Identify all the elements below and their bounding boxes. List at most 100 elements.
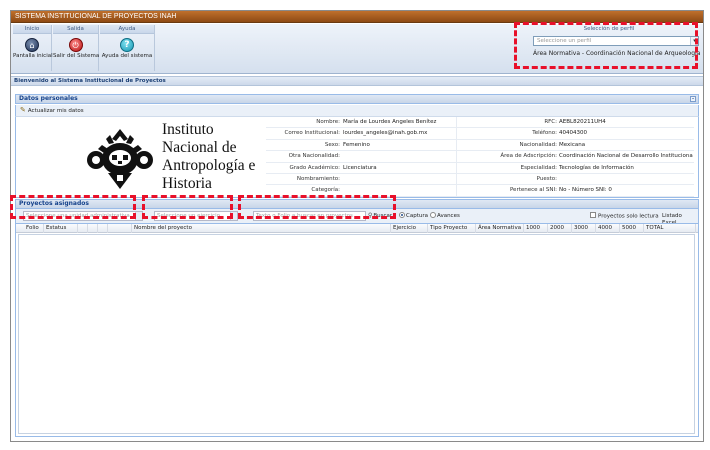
field-label: Pertenece al SNI:: [456, 185, 557, 197]
help-button-label: Ayuda del sistema: [101, 53, 153, 59]
personal-data-header[interactable]: Datos personales ⌃: [15, 94, 699, 104]
ribbon-group-inicio: Inicio Pantalla inicial: [13, 25, 53, 71]
unit-select[interactable]: Seleccione una unidad administrativa: [23, 211, 143, 221]
personal-data-grid: Nombre: María de Lourdes Angeles Benítez…: [266, 117, 694, 198]
search-placeholder: Texto o Folio a buscar en proyectos: [256, 213, 353, 219]
ribbon-group-title: Ayuda: [100, 25, 154, 34]
field-value: María de Lourdes Angeles Benítez: [343, 119, 437, 125]
data-row: Grado Académico: Licenciatura Especialid…: [266, 162, 694, 174]
projects-title: Proyectos asignados: [19, 200, 89, 207]
current-profile: Área Normativa - Coordinación Nacional d…: [533, 50, 701, 57]
field-label: Teléfono:: [456, 128, 557, 140]
chevron-down-icon[interactable]: [230, 212, 237, 220]
table-header: Folio Estatus Nombre del proyecto Ejerci…: [16, 224, 698, 233]
radio-selected-icon[interactable]: [399, 211, 405, 218]
collapse-icon[interactable]: ⌃: [690, 96, 696, 102]
column-header[interactable]: 4000: [596, 224, 620, 233]
radio-empty-icon[interactable]: [430, 211, 436, 218]
update-data-button[interactable]: ✎ Actualizar mis datos: [15, 105, 699, 117]
inah-emblem-icon: [87, 129, 153, 189]
column-header[interactable]: Ejercicio: [391, 224, 428, 233]
ribbon-group-salida: Salida Salir del Sistema: [53, 25, 99, 71]
home-button[interactable]: Pantalla inicial: [13, 35, 53, 71]
profile-selector-panel: Selección de perfil Seleccione un perfil…: [516, 25, 702, 71]
logo-line: Instituto: [162, 121, 214, 138]
column-header[interactable]: [108, 224, 132, 233]
logo-line: Nacional de: [162, 139, 237, 156]
search-button-label: Buscar: [373, 213, 393, 219]
window-title: SISTEMA INSTITUCIONAL DE PROYECTOS INAH: [11, 11, 703, 23]
readonly-label: Proyectos solo lectura: [598, 213, 659, 220]
data-row: Sexo: Femenino Nacionalidad: Mexicana: [266, 139, 694, 152]
column-header[interactable]: Área Normativa: [476, 224, 524, 233]
field-label: Sexo:: [324, 141, 340, 148]
chevron-down-icon[interactable]: ▾: [690, 37, 698, 45]
field-label: RFC:: [456, 117, 557, 128]
field-label: Nombre:: [316, 119, 340, 125]
ribbon-group-ayuda: Ayuda ? Ayuda del sistema: [100, 25, 155, 71]
ribbon-toolbar: Inicio Pantalla inicial Salida Salir del…: [11, 24, 703, 74]
year-select-placeholder: Seleccione un ejercicio: [157, 213, 220, 219]
profile-select[interactable]: Seleccione un perfil ▾: [533, 36, 699, 46]
help-button[interactable]: ? Ayuda del sistema: [100, 35, 154, 71]
checkbox-icon[interactable]: [590, 212, 596, 218]
column-header[interactable]: Nombre del proyecto: [132, 224, 391, 233]
data-row: Correo Institucional: lourdes_angeles@in…: [266, 128, 694, 140]
column-header[interactable]: [88, 224, 98, 233]
field-value: 40404300: [559, 130, 587, 137]
column-header[interactable]: TOTAL: [644, 224, 696, 233]
inah-logo-text: Instituto Nacional de Antropología e His…: [162, 121, 255, 193]
field-value: Tecnologías de Información: [559, 164, 634, 171]
projects-table: Folio Estatus Nombre del proyecto Ejerci…: [15, 223, 699, 437]
column-header[interactable]: [78, 224, 88, 233]
column-header[interactable]: 5000: [620, 224, 644, 233]
data-row: Otra Nacionalidad: Área de Adscripción: …: [266, 151, 694, 163]
field-label: Nacionalidad:: [456, 139, 557, 151]
field-label: Puesto:: [456, 174, 557, 185]
data-row: Categoría: Pertenece al SNI: No - Número…: [266, 185, 694, 197]
year-select[interactable]: Seleccione un ejercicio: [154, 211, 238, 221]
data-row: Nombre: María de Lourdes Angeles Benítez…: [266, 117, 694, 129]
field-label: Área de Adscripción:: [456, 151, 557, 163]
field-value: No - Número SNI: 0: [559, 187, 612, 194]
pencil-icon: ✎: [20, 106, 26, 114]
home-icon: [25, 38, 39, 52]
column-header[interactable]: Estatus: [44, 224, 78, 233]
app-window: SISTEMA INSTITUCIONAL DE PROYECTOS INAH …: [10, 10, 704, 442]
logout-button-label: Salir del Sistema: [53, 53, 100, 59]
logo-line: Antropología e: [162, 157, 256, 174]
field-value: Coordinación Nacional de Desarrollo Inst…: [559, 153, 693, 160]
table-body[interactable]: [18, 234, 695, 434]
field-label: Correo Institucional:: [284, 130, 340, 137]
personal-data-title: Datos personales: [19, 95, 78, 102]
ribbon-group-title: Inicio: [13, 25, 51, 34]
column-header[interactable]: 1000: [524, 224, 548, 233]
logo-line: Historia: [162, 175, 212, 192]
field-value: lourdes_angeles@inah.gob.mx: [343, 130, 428, 137]
search-button[interactable]: ⚲Buscar: [368, 211, 392, 221]
projects-header[interactable]: Proyectos asignados: [15, 199, 699, 209]
chevron-down-icon[interactable]: [135, 212, 142, 220]
column-header[interactable]: 3000: [572, 224, 596, 233]
radio-avances-label: Avances: [437, 213, 460, 219]
radio-captura-label: Captura: [406, 213, 428, 219]
search-input[interactable]: Texto o Folio a buscar en proyectos: [253, 211, 366, 221]
radio-captura[interactable]: Captura: [399, 211, 428, 220]
home-button-label: Pantalla inicial: [13, 53, 53, 59]
data-row: Nombramiento: Puesto:: [266, 174, 694, 186]
field-label: Especialidad:: [456, 162, 557, 174]
field-label: Nombramiento:: [296, 176, 340, 182]
radio-avances[interactable]: Avances: [430, 211, 460, 220]
projects-filter-toolbar: Seleccione una unidad administrativa Sel…: [15, 209, 699, 226]
column-header[interactable]: 2000: [548, 224, 572, 233]
column-header[interactable]: Folio: [24, 224, 44, 233]
field-value: Femenino: [343, 141, 370, 148]
unit-select-placeholder: Seleccione una unidad administrativa: [26, 213, 130, 219]
logout-button[interactable]: Salir del Sistema: [53, 35, 100, 71]
column-header[interactable]: [98, 224, 108, 233]
readonly-checkbox[interactable]: Proyectos solo lectura: [590, 212, 659, 221]
field-value: Mexicana: [559, 141, 586, 148]
column-header[interactable]: Tipo Proyecto: [428, 224, 476, 233]
help-icon: ?: [120, 38, 134, 52]
field-value: Licenciatura: [343, 164, 377, 171]
